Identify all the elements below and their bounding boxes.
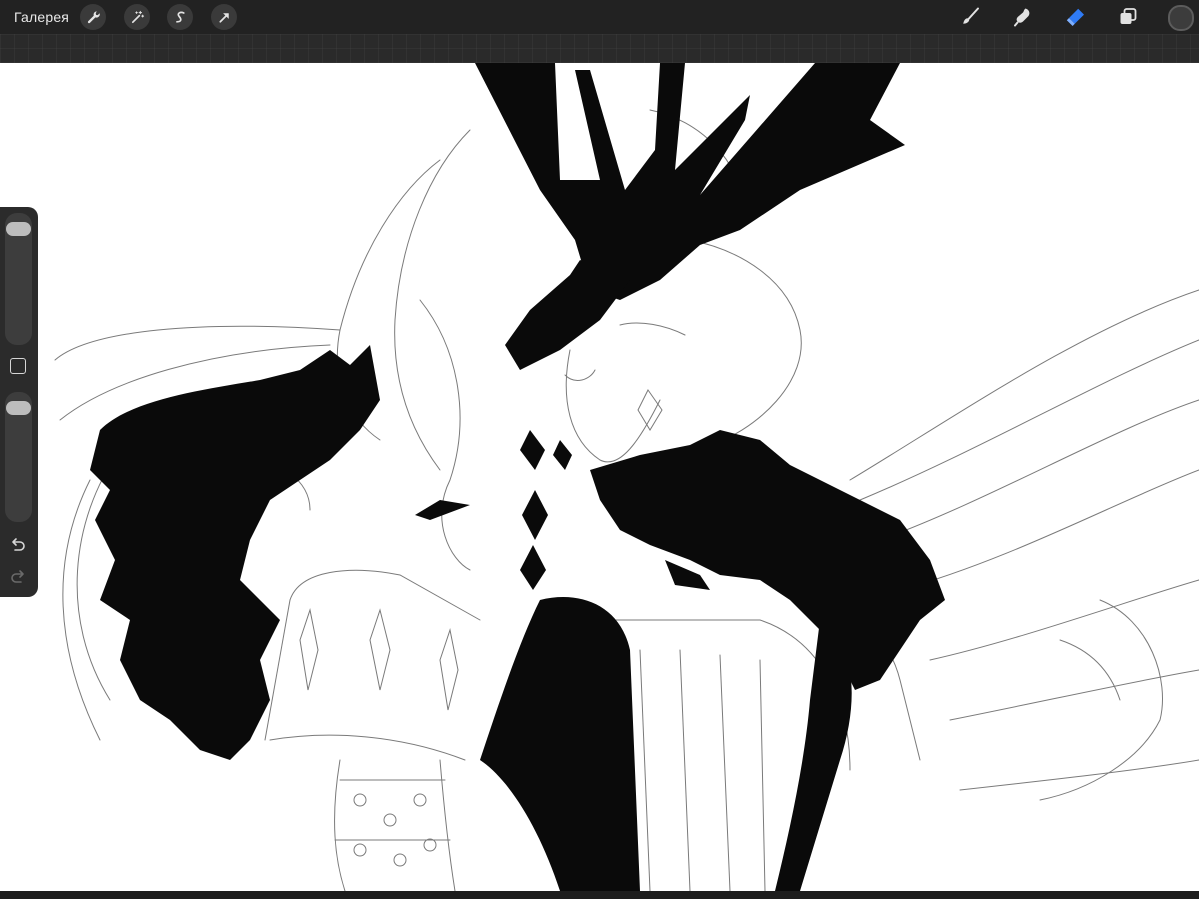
- artwork-illustration: [54, 63, 1199, 891]
- brush-size-slider[interactable]: [5, 213, 32, 345]
- actions-button[interactable]: [80, 4, 106, 30]
- eraser-icon: [1066, 8, 1084, 26]
- top-toolbar: Галерея: [0, 0, 1199, 34]
- gallery-button[interactable]: Галерея: [14, 9, 69, 25]
- layers-button[interactable]: [1114, 4, 1142, 30]
- modify-square-icon[interactable]: [10, 358, 26, 374]
- undo-icon: [12, 538, 25, 551]
- transform-button[interactable]: [211, 4, 237, 30]
- opacity-slider[interactable]: [5, 392, 32, 522]
- opacity-thumb[interactable]: [6, 401, 31, 415]
- eraser-tool-button[interactable]: [1061, 4, 1089, 30]
- brush-tool-button[interactable]: [956, 4, 984, 30]
- wrench-icon: [87, 10, 100, 23]
- smudge-tool-button[interactable]: [1009, 4, 1037, 30]
- brush-icon: [963, 7, 979, 24]
- color-picker-button[interactable]: [1168, 5, 1194, 31]
- left-sidebar: [0, 207, 38, 597]
- transform-arrow-icon: [218, 12, 229, 23]
- redo-icon: [11, 570, 24, 583]
- toolbar-backdrop: [0, 34, 1199, 63]
- bottom-edge: [0, 891, 1199, 899]
- drawing-canvas[interactable]: [0, 63, 1199, 891]
- smudge-icon: [1014, 8, 1030, 27]
- redo-button[interactable]: [8, 568, 28, 588]
- layers-icon: [1120, 8, 1137, 24]
- magic-wand-icon: [131, 10, 144, 23]
- undo-button[interactable]: [8, 536, 28, 556]
- selection-s-icon: [175, 11, 185, 23]
- selection-button[interactable]: [167, 4, 193, 30]
- brush-size-thumb[interactable]: [6, 222, 31, 236]
- adjustments-button[interactable]: [124, 4, 150, 30]
